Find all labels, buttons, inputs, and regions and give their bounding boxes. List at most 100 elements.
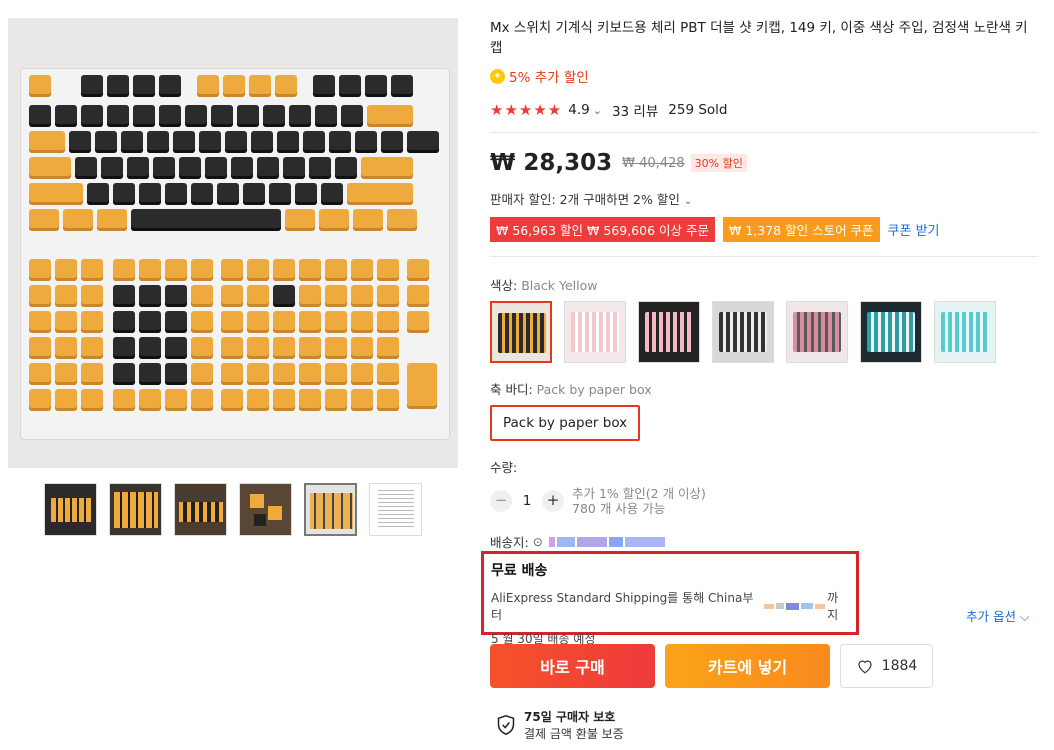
- store-coupon[interactable]: ₩ 1,378 할인 스토어 쿠폰: [723, 217, 880, 242]
- keycap: [335, 157, 357, 179]
- keycap: [191, 337, 213, 359]
- swatch-pink-white[interactable]: [564, 301, 626, 363]
- keycap: [69, 131, 91, 153]
- keycap: [313, 75, 335, 97]
- body-value: Pack by paper box: [536, 382, 652, 397]
- keycap: [55, 285, 77, 307]
- reviews-count[interactable]: 33 리뷰: [612, 100, 658, 120]
- order-coupon[interactable]: ₩ 56,963 할인 ₩ 569,606 이상 주문: [490, 217, 715, 242]
- color-swatches: [490, 301, 1038, 363]
- swatch-teal-black[interactable]: [860, 301, 922, 363]
- keycap: [81, 75, 103, 97]
- keycap: [29, 157, 71, 179]
- keycap: [165, 285, 187, 307]
- swatch-grey-black[interactable]: [712, 301, 774, 363]
- thumbnail-strip: [44, 483, 422, 537]
- keycap: [377, 389, 399, 411]
- chevron-down-icon: ⌄: [683, 196, 693, 207]
- keycap: [285, 209, 315, 231]
- quantity-value[interactable]: 1: [512, 493, 542, 509]
- keycap: [249, 75, 271, 97]
- bulk-discount-note: 추가 1% 할인(2 개 이상): [572, 486, 706, 501]
- get-coupon-link[interactable]: 쿠폰 받기: [888, 220, 940, 239]
- keycap: [133, 75, 155, 97]
- keycap: [347, 183, 413, 205]
- location-pin-icon: ⊙: [532, 534, 543, 549]
- quantity-stepper: − 1 + 추가 1% 할인(2 개 이상) 780 개 사용 가능: [490, 486, 1038, 516]
- redacted-address: [608, 536, 623, 547]
- thumbnail-5[interactable]: [304, 483, 357, 536]
- keycap: [225, 131, 247, 153]
- keycap: [243, 183, 265, 205]
- redacted-destination: [775, 603, 784, 609]
- redacted-destination: [763, 603, 774, 609]
- keycap: [339, 75, 361, 97]
- main-product-image[interactable]: [8, 18, 458, 468]
- ship-to-row[interactable]: 배송지: ⊙: [490, 532, 1038, 551]
- thumbnail-4[interactable]: [239, 483, 292, 536]
- keycap: [299, 285, 321, 307]
- discount-badge: 30% 할인: [690, 154, 747, 172]
- keycap: [165, 259, 187, 281]
- keycap: [121, 131, 143, 153]
- swatch-black-pink[interactable]: [638, 301, 700, 363]
- swatch-cyan-white[interactable]: [934, 301, 996, 363]
- keycap: [325, 259, 347, 281]
- thumbnail-1[interactable]: [44, 483, 97, 536]
- keycap: [351, 363, 373, 385]
- seller-discount[interactable]: 판매자 할인: 2개 구매하면 2% 할인 ⌄: [490, 189, 1038, 208]
- keycap: [131, 209, 281, 231]
- keycap: [55, 337, 77, 359]
- rating-value[interactable]: 4.9: [568, 102, 589, 118]
- pack-by-paper-box-option[interactable]: Pack by paper box: [490, 405, 641, 441]
- keycap: [309, 157, 331, 179]
- shield-check-icon: [497, 715, 515, 735]
- keycap: [113, 389, 135, 411]
- keycap: [407, 311, 429, 333]
- keycap: [29, 311, 51, 333]
- keycap: [329, 131, 351, 153]
- thumbnail-3[interactable]: [174, 483, 227, 536]
- keycap: [139, 259, 161, 281]
- coupons-row: ₩ 56,963 할인 ₩ 569,606 이상 주문 ₩ 1,378 할인 스…: [490, 217, 1038, 242]
- keycap: [55, 363, 77, 385]
- thumbnail-6[interactable]: [369, 483, 422, 536]
- swatch-black-yellow[interactable]: [490, 301, 552, 363]
- buy-now-button[interactable]: 바로 구매: [490, 644, 655, 688]
- keycap: [179, 157, 201, 179]
- add-to-cart-button[interactable]: 카트에 넣기: [665, 644, 830, 688]
- keycap: [81, 363, 103, 385]
- keycap: [81, 311, 103, 333]
- thumbnail-2[interactable]: [109, 483, 162, 536]
- keycap: [353, 209, 383, 231]
- increase-button[interactable]: +: [542, 490, 564, 512]
- keycap: [325, 363, 347, 385]
- keycap: [273, 285, 295, 307]
- keycap: [221, 311, 243, 333]
- chevron-down-icon[interactable]: ⌄: [593, 104, 602, 117]
- color-label: 색상: Black Yellow: [490, 275, 1038, 294]
- redacted-address: [548, 536, 555, 547]
- keycap: [351, 337, 373, 359]
- keycap: [247, 259, 269, 281]
- keycap: [191, 363, 213, 385]
- keycap: [407, 259, 429, 281]
- keycap: [55, 389, 77, 411]
- sold-count: 259 Sold: [668, 102, 728, 118]
- keycap: [319, 209, 349, 231]
- swatch-pink-grey[interactable]: [786, 301, 848, 363]
- keycap: [391, 75, 413, 97]
- redacted-address: [624, 536, 665, 547]
- keycap: [273, 311, 295, 333]
- decrease-button[interactable]: −: [490, 490, 512, 512]
- more-shipping-options-link[interactable]: 추가 옵션 ⌵: [966, 606, 1029, 625]
- keycap: [407, 285, 429, 307]
- body-label: 축 바디: Pack by paper box: [490, 379, 1038, 398]
- keycap: [29, 75, 51, 97]
- wishlist-button[interactable]: 1884: [840, 644, 933, 688]
- keycap: [277, 131, 299, 153]
- buyer-protection: 75일 구매자 보호 결제 금액 환불 보증: [496, 708, 624, 742]
- keycap: [295, 183, 317, 205]
- stock-available-note: 780 개 사용 가능: [572, 501, 666, 516]
- keycap: [63, 209, 93, 231]
